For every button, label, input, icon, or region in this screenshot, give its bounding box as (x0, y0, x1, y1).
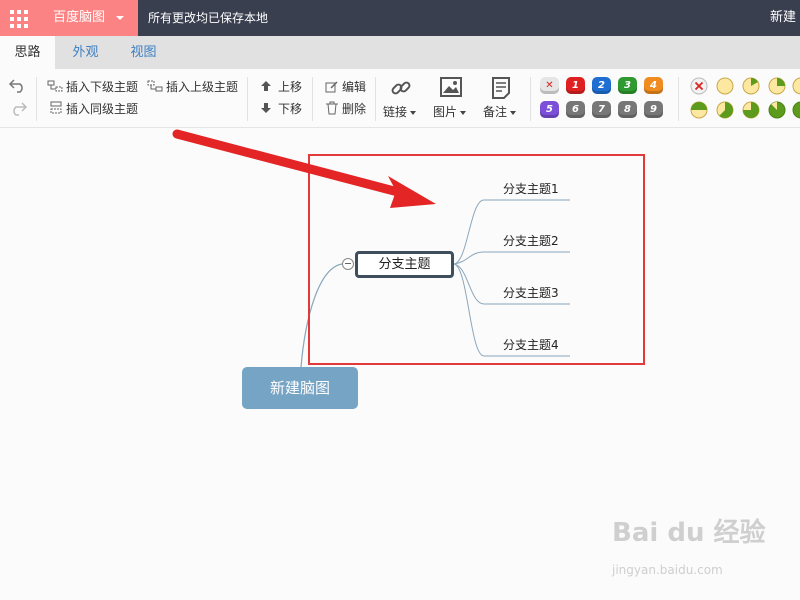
watermark-logo: Bai du 经验 (612, 518, 766, 548)
annotation-arrow (172, 129, 436, 208)
watermark-url: jingyan.baidu.com (612, 563, 723, 577)
